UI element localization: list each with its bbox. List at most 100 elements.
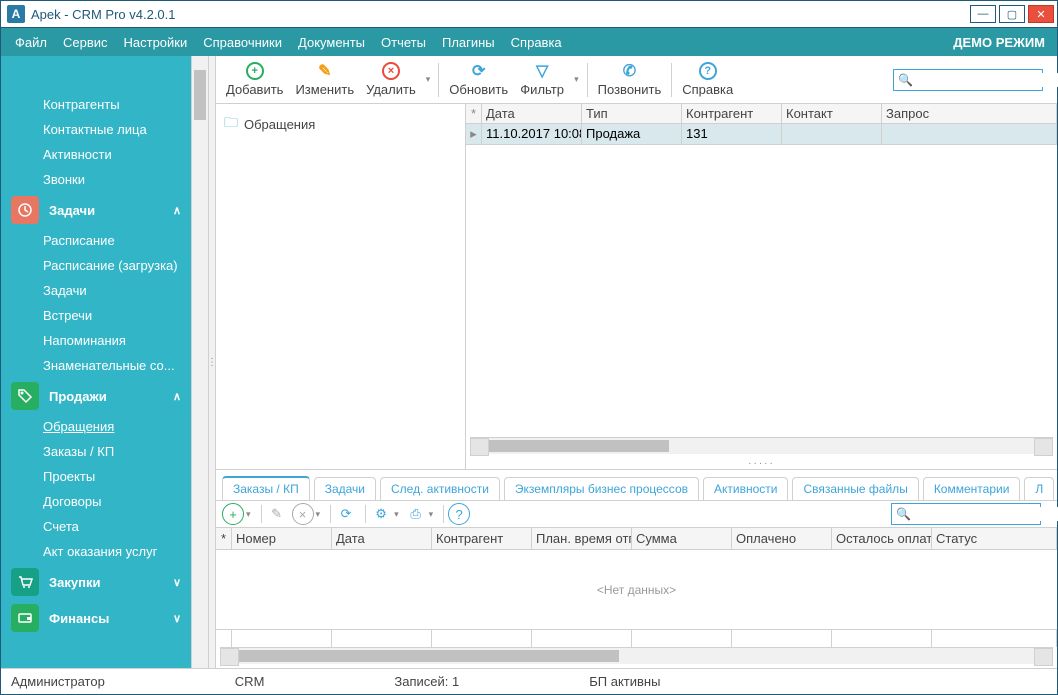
- toolbar-label: Удалить: [366, 82, 416, 97]
- sidebar-section-tasks[interactable]: Задачи ∧: [1, 192, 191, 228]
- chevron-down-icon[interactable]: ▾: [316, 509, 321, 520]
- sidebar-section-sales[interactable]: Продажи ∧: [1, 378, 191, 414]
- demo-mode-label: ДЕМО РЕЖИМ: [953, 35, 1051, 50]
- tab-more[interactable]: Л: [1024, 477, 1054, 500]
- sidebar-item-contragents[interactable]: Контрагенты: [1, 92, 191, 117]
- menu-help[interactable]: Справка: [503, 35, 570, 50]
- menu-reference[interactable]: Справочники: [195, 35, 290, 50]
- search-input[interactable]: [917, 73, 1058, 87]
- column-request[interactable]: Запрос: [882, 104, 1057, 124]
- column-date[interactable]: Дата: [332, 528, 432, 550]
- tab-next-activities[interactable]: След. активности: [380, 477, 500, 500]
- print-button[interactable]: ⎙: [405, 503, 427, 525]
- tab-orders[interactable]: Заказы / КП: [222, 476, 310, 500]
- column-contact[interactable]: Контакт: [782, 104, 882, 124]
- tab-activities[interactable]: Активности: [703, 477, 788, 500]
- column-sum[interactable]: Сумма: [632, 528, 732, 550]
- search-box[interactable]: 🔍 ×: [893, 69, 1043, 91]
- toolbar: + Добавить ✎ Изменить × Удалить ▾ ⟳ Обно…: [216, 56, 1057, 104]
- wallet-icon: [11, 604, 39, 632]
- app-icon: A: [7, 5, 25, 23]
- chevron-down-icon[interactable]: ▾: [429, 509, 434, 520]
- chevron-down-icon[interactable]: ▾: [246, 509, 251, 520]
- search-input[interactable]: [915, 507, 1058, 521]
- delete-button[interactable]: × Удалить: [360, 60, 422, 99]
- help-button[interactable]: ? Справка: [676, 60, 739, 99]
- chevron-up-icon: ∧: [173, 204, 181, 217]
- sidebar-item-invoices[interactable]: Счета: [1, 514, 191, 539]
- sidebar-item-calls[interactable]: Звонки: [1, 167, 191, 192]
- folder-icon: 🗀: [224, 112, 238, 136]
- sidebar-item-leads[interactable]: Обращения: [1, 414, 191, 439]
- column-paid[interactable]: Оплачено: [732, 528, 832, 550]
- settings-button[interactable]: ⚙: [370, 503, 392, 525]
- menu-documents[interactable]: Документы: [290, 35, 373, 50]
- sidebar-section-finance[interactable]: Финансы ∨: [1, 600, 191, 636]
- close-button[interactable]: ✕: [1028, 5, 1054, 23]
- maximize-button[interactable]: ▢: [999, 5, 1025, 23]
- delete-button[interactable]: ×: [292, 503, 314, 525]
- tree-root-node[interactable]: 🗀 Обращения: [222, 110, 459, 138]
- tab-comments[interactable]: Комментарии: [923, 477, 1021, 500]
- refresh-button[interactable]: ⟳ Обновить: [443, 60, 514, 99]
- toolbar-label: Позвонить: [598, 82, 662, 97]
- column-selector[interactable]: *: [466, 104, 482, 124]
- chevron-down-icon[interactable]: ▾: [570, 74, 583, 85]
- call-button[interactable]: ✆ Позвонить: [592, 60, 668, 99]
- sidebar-section-purchases[interactable]: Закупки ∨: [1, 564, 191, 600]
- column-contragent[interactable]: Контрагент: [682, 104, 782, 124]
- no-data-label: <Нет данных>: [216, 550, 1057, 629]
- column-remaining[interactable]: Осталось оплатит: [832, 528, 932, 550]
- search-box[interactable]: 🔍 ×: [891, 503, 1041, 525]
- toolbar-label: Обновить: [449, 82, 508, 97]
- chevron-down-icon[interactable]: ▾: [394, 509, 399, 520]
- minimize-button[interactable]: —: [970, 5, 996, 23]
- column-contragent[interactable]: Контрагент: [432, 528, 532, 550]
- filter-button[interactable]: ▽ Фильтр: [514, 60, 570, 99]
- sidebar-scrollbar[interactable]: [191, 56, 208, 668]
- column-date[interactable]: Дата: [482, 104, 582, 124]
- menu-service[interactable]: Сервис: [55, 35, 116, 50]
- edit-button[interactable]: ✎: [266, 503, 288, 525]
- sidebar-item-contracts[interactable]: Договоры: [1, 489, 191, 514]
- title-bar: A Apek - CRM Pro v4.2.0.1 — ▢ ✕: [1, 1, 1057, 28]
- sidebar-item-meetings[interactable]: Встречи: [1, 303, 191, 328]
- add-button[interactable]: +: [222, 503, 244, 525]
- sidebar-item-orders[interactable]: Заказы / КП: [1, 439, 191, 464]
- chevron-down-icon[interactable]: ▾: [422, 74, 435, 85]
- detail-hscrollbar[interactable]: [220, 647, 1053, 664]
- splitter[interactable]: ⋮: [208, 56, 216, 668]
- column-selector[interactable]: *: [216, 528, 232, 550]
- menu-plugins[interactable]: Плагины: [434, 35, 503, 50]
- column-number[interactable]: Номер: [232, 528, 332, 550]
- column-status[interactable]: Статус: [932, 528, 1057, 550]
- sidebar-item-reminders[interactable]: Напоминания: [1, 328, 191, 353]
- sidebar-item-schedule[interactable]: Расписание: [1, 228, 191, 253]
- sidebar-item-anniversaries[interactable]: Знаменательные со...: [1, 353, 191, 378]
- sidebar-item-schedule-load[interactable]: Расписание (загрузка): [1, 253, 191, 278]
- tab-bp-instances[interactable]: Экземпляры бизнес процессов: [504, 477, 699, 500]
- edit-button[interactable]: ✎ Изменить: [289, 60, 360, 99]
- tab-files[interactable]: Связанные файлы: [792, 477, 918, 500]
- tab-tasks[interactable]: Задачи: [314, 477, 376, 500]
- sidebar-item-projects[interactable]: Проекты: [1, 464, 191, 489]
- splitter-horizontal[interactable]: ·····: [466, 458, 1057, 469]
- cell-contact: [782, 124, 882, 145]
- chevron-down-icon: ∨: [173, 576, 181, 589]
- column-type[interactable]: Тип: [582, 104, 682, 124]
- add-button[interactable]: + Добавить: [220, 60, 289, 99]
- help-button[interactable]: ?: [448, 503, 470, 525]
- menu-reports[interactable]: Отчеты: [373, 35, 434, 50]
- sidebar-item-tasks[interactable]: Задачи: [1, 278, 191, 303]
- refresh-button[interactable]: ⟳: [335, 503, 357, 525]
- sidebar-item-service-act[interactable]: Акт оказания услуг: [1, 539, 191, 564]
- column-planned[interactable]: План. время отгр: [532, 528, 632, 550]
- pencil-icon: ✎: [316, 62, 334, 80]
- grid-row[interactable]: ▸ 11.10.2017 10:08:2 Продажа 131: [466, 124, 1057, 145]
- sidebar-item-contacts[interactable]: Контактные лица: [1, 117, 191, 142]
- grid-hscrollbar[interactable]: [470, 437, 1053, 454]
- menu-file[interactable]: Файл: [7, 35, 55, 50]
- menu-settings[interactable]: Настройки: [116, 35, 196, 50]
- sidebar-item-activities[interactable]: Активности: [1, 142, 191, 167]
- search-icon: 🔍: [896, 507, 911, 521]
